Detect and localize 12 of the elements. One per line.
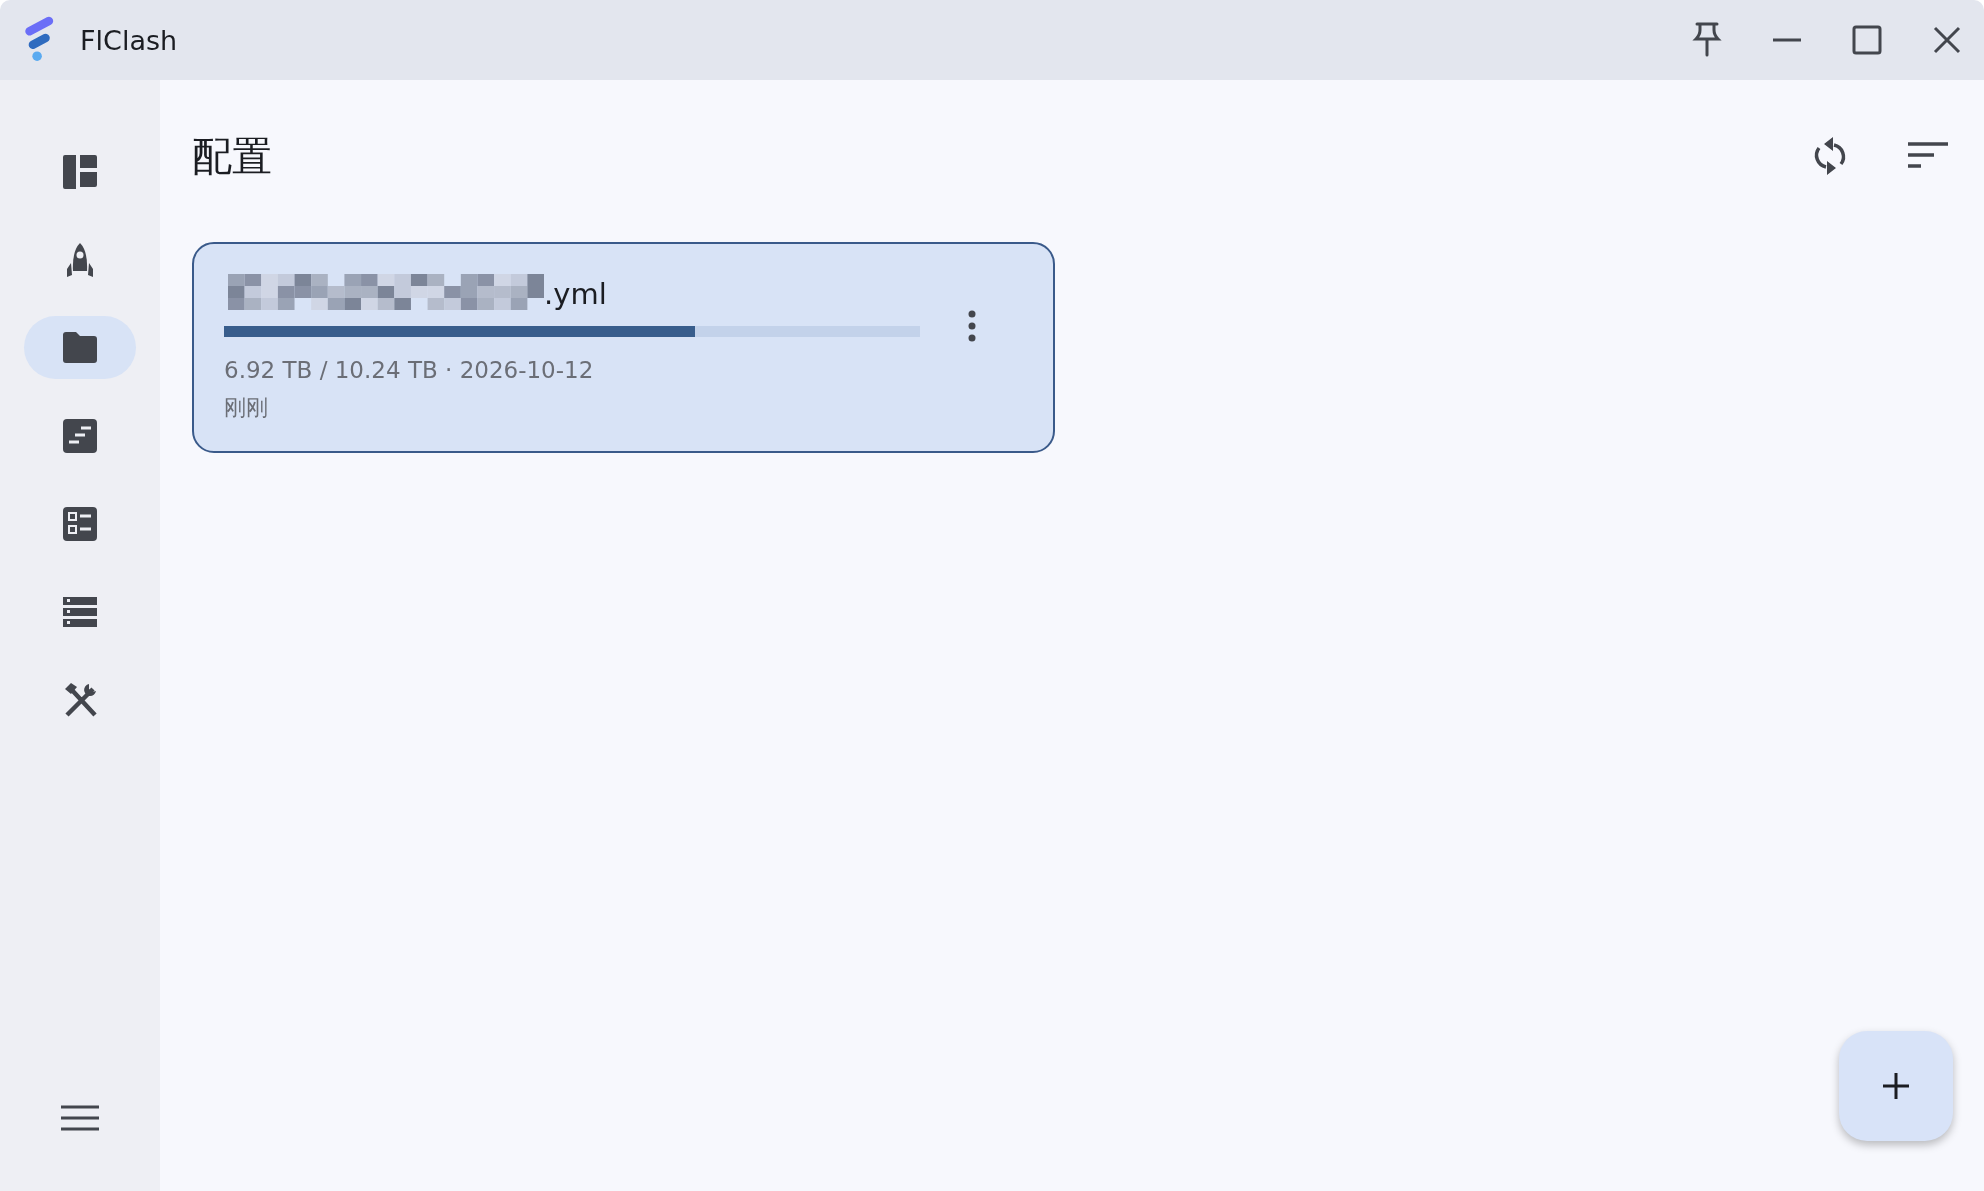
profile-name: .yml <box>544 276 607 312</box>
layout-icon <box>61 152 99 191</box>
window-title: FlClash <box>80 24 178 56</box>
updated-time: 刚刚 <box>224 394 269 422</box>
more-icon[interactable] <box>967 309 977 342</box>
checklist-icon <box>61 504 99 543</box>
profile-card[interactable]: .yml 6.92 TB / 10.24 TB · 2026-10-12 刚刚 <box>192 242 1055 453</box>
document-lines-icon <box>61 416 99 455</box>
menu-icon[interactable] <box>61 1105 99 1131</box>
plus-icon <box>1881 1071 1911 1101</box>
page-title: 配置 <box>192 131 272 181</box>
usage-text: 6.92 TB / 10.24 TB · 2026-10-12 <box>224 357 595 383</box>
